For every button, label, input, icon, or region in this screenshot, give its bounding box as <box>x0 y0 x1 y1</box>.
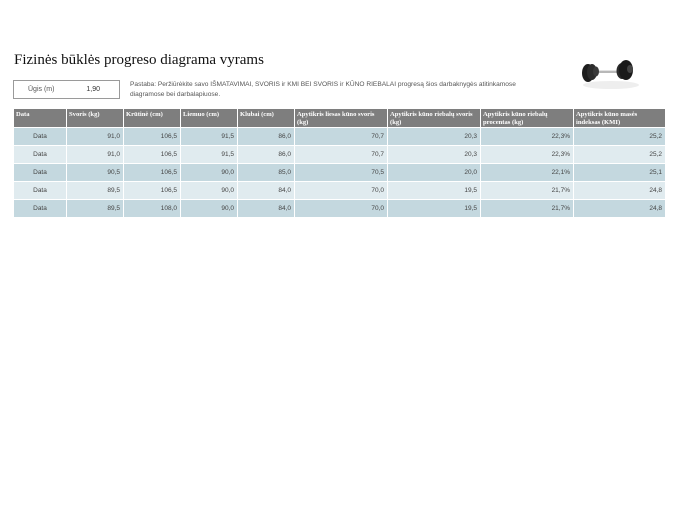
cell-weight[interactable]: 89,5 <box>67 199 123 217</box>
cell-date[interactable]: Data <box>14 145 66 163</box>
progress-table: Data Svoris (kg) Krūtinė (cm) Liemuo (cm… <box>13 109 666 217</box>
cell-hips[interactable]: 86,0 <box>238 127 294 145</box>
height-value[interactable]: 1,90 <box>86 86 100 93</box>
cell-weight[interactable]: 91,0 <box>67 145 123 163</box>
cell-chest[interactable]: 106,5 <box>124 163 180 181</box>
cell-weight[interactable]: 91,0 <box>67 127 123 145</box>
column-header-bmi: Apytikris kūno masės indeksas (KMI) <box>574 109 665 127</box>
column-header-fat-percent: Apytikris kūno riebalų procentas (kg) <box>481 109 573 127</box>
cell-chest[interactable]: 106,5 <box>124 181 180 199</box>
cell-bmi: 25,2 <box>574 145 665 163</box>
column-header-lean-weight: Apytikris liesas kūno svoris (kg) <box>295 109 387 127</box>
cell-chest[interactable]: 106,5 <box>124 127 180 145</box>
column-header-date: Data <box>14 109 66 127</box>
cell-chest[interactable]: 108,0 <box>124 199 180 217</box>
page-title: Fizinės būklės progreso diagrama vyrams <box>14 52 264 68</box>
table-row: Data 90,5 106,5 90,0 85,0 70,5 20,0 22,1… <box>14 163 665 181</box>
cell-bmi: 24,8 <box>574 181 665 199</box>
column-header-chest: Krūtinė (cm) <box>124 109 180 127</box>
column-header-hips: Klubai (cm) <box>238 109 294 127</box>
cell-date[interactable]: Data <box>14 127 66 145</box>
cell-lean-weight: 70,7 <box>295 127 387 145</box>
cell-chest[interactable]: 106,5 <box>124 145 180 163</box>
cell-hips[interactable]: 86,0 <box>238 145 294 163</box>
cell-weight[interactable]: 89,5 <box>67 181 123 199</box>
table-row: Data 91,0 106,5 91,5 86,0 70,7 20,3 22,3… <box>14 145 665 163</box>
table-row: Data 91,0 106,5 91,5 86,0 70,7 20,3 22,3… <box>14 127 665 145</box>
cell-waist[interactable]: 90,0 <box>181 181 237 199</box>
cell-waist[interactable]: 90,0 <box>181 163 237 181</box>
cell-waist[interactable]: 91,5 <box>181 145 237 163</box>
table-row: Data 89,5 106,5 90,0 84,0 70,0 19,5 21,7… <box>14 181 665 199</box>
cell-date[interactable]: Data <box>14 163 66 181</box>
cell-waist[interactable]: 91,5 <box>181 127 237 145</box>
cell-fat-weight: 20,0 <box>388 163 480 181</box>
column-header-fat-weight: Apytikris kūno riebalų svoris (kg) <box>388 109 480 127</box>
dumbbell-icon <box>582 60 639 89</box>
cell-hips[interactable]: 84,0 <box>238 181 294 199</box>
cell-bmi: 25,2 <box>574 127 665 145</box>
cell-fat-weight: 20,3 <box>388 127 480 145</box>
cell-hips[interactable]: 84,0 <box>238 199 294 217</box>
cell-fat-percent: 22,3% <box>481 145 573 163</box>
cell-fat-percent: 22,1% <box>481 163 573 181</box>
cell-fat-weight: 19,5 <box>388 181 480 199</box>
table-header-row: Data Svoris (kg) Krūtinė (cm) Liemuo (cm… <box>14 109 665 127</box>
cell-weight[interactable]: 90,5 <box>67 163 123 181</box>
height-label: Ūgis (m) <box>28 86 55 93</box>
cell-fat-percent: 22,3% <box>481 127 573 145</box>
cell-bmi: 25,1 <box>574 163 665 181</box>
cell-fat-percent: 21,7% <box>481 199 573 217</box>
column-header-waist: Liemuo (cm) <box>181 109 237 127</box>
cell-hips[interactable]: 85,0 <box>238 163 294 181</box>
cell-fat-weight: 19,5 <box>388 199 480 217</box>
note-text: Pastaba: Peržiūrėkite savo IŠMATAVIMAI, … <box>130 81 516 98</box>
cell-lean-weight: 70,7 <box>295 145 387 163</box>
cell-date[interactable]: Data <box>14 181 66 199</box>
cell-bmi: 24,8 <box>574 199 665 217</box>
cell-lean-weight: 70,5 <box>295 163 387 181</box>
table-row: Data 89,5 108,0 90,0 84,0 70,0 19,5 21,7… <box>14 199 665 217</box>
cell-date[interactable]: Data <box>14 199 66 217</box>
cell-fat-percent: 21,7% <box>481 181 573 199</box>
cell-lean-weight: 70,0 <box>295 181 387 199</box>
column-header-weight: Svoris (kg) <box>67 109 123 127</box>
cell-fat-weight: 20,3 <box>388 145 480 163</box>
height-input-box[interactable]: Ūgis (m) 1,90 <box>13 80 120 99</box>
cell-waist[interactable]: 90,0 <box>181 199 237 217</box>
cell-lean-weight: 70,0 <box>295 199 387 217</box>
